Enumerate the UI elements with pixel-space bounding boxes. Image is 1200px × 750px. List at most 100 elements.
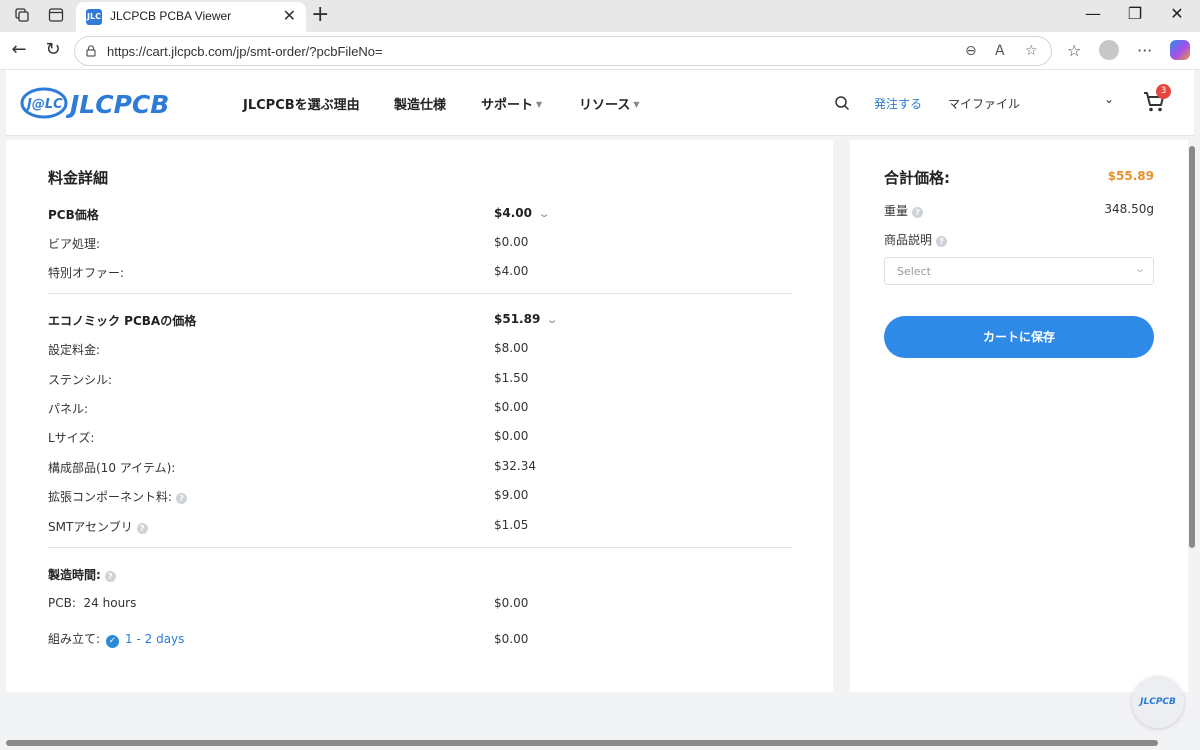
help-icon[interactable]: ? [176, 493, 188, 504]
total-price-label: 合計価格: [884, 169, 950, 187]
read-aloud-icon[interactable]: A [995, 43, 1005, 59]
url-text: https://cart.jlcpcb.com/jp/smt-order/?pc… [107, 44, 383, 59]
restore-icon[interactable]: ❐ [1120, 4, 1150, 23]
pcb-price-amount: $4.00 [494, 206, 532, 220]
nav-why-jlcpcb[interactable]: JLCPCBを選ぶ理由 [243, 94, 360, 113]
horizontal-scrollbar[interactable] [6, 740, 1158, 746]
order-summary-panel: 合計価格: $55.89 重量? 348.50g 商品説明? Select ⌄ … [850, 140, 1188, 692]
tab-favicon-icon: JLC [86, 9, 102, 25]
save-to-cart-button[interactable]: カートに保存 [884, 316, 1154, 358]
total-price-value: $55.89 [1107, 169, 1154, 183]
select-placeholder: Select [897, 265, 931, 278]
floating-jlcpcb-button[interactable]: JLCPCB [1132, 676, 1184, 728]
site-header: J@LC JLCPCB JLCPCBを選ぶ理由 製造仕様 サポート ▼ リソース ▼… [6, 70, 1194, 136]
nav-label: サポート [481, 98, 534, 113]
tab-actions-icon[interactable] [48, 7, 64, 23]
l-size-label: Lサイズ: [48, 431, 95, 445]
chevron-down-icon: ⌄ [1133, 264, 1147, 275]
help-icon[interactable]: ? [136, 523, 148, 534]
jlcpcb-logo[interactable]: J@LC JLCPCB [20, 83, 190, 123]
components-label: 構成部品(10 アイテム): [48, 461, 176, 475]
setup-fee-label: 設定料金: [48, 343, 101, 357]
logo-badge-text: J@LC [24, 97, 63, 112]
extended-component-fee-text: 拡張コンポーネント料: [48, 490, 173, 504]
divider [48, 293, 792, 294]
caret-down-icon: ▼ [633, 100, 640, 109]
extended-component-fee-label: 拡張コンポーネント料:? [48, 488, 188, 505]
smt-assembly-value: $1.05 [494, 518, 529, 532]
nav-support[interactable]: サポート ▼ [481, 94, 542, 113]
minimize-icon[interactable]: — [1078, 4, 1108, 23]
nav-label: リソース [579, 98, 631, 113]
product-description-select[interactable]: Select ⌄ [884, 257, 1154, 285]
expand-chevron-icon[interactable]: ⌄ [546, 315, 559, 326]
assembly-build-label: 組み立て: [48, 632, 101, 646]
my-files-link[interactable]: マイファイル [948, 95, 1020, 112]
tab-close-icon[interactable]: ✕ [283, 6, 296, 25]
tab-title: JLCPCB PCBA Viewer [110, 9, 232, 23]
stencil-label: ステンシル: [48, 373, 113, 387]
panel-label: パネル: [48, 402, 89, 416]
nav-label: JLCPCBを選ぶ理由 [243, 98, 360, 113]
nav-resources[interactable]: リソース ▼ [579, 94, 640, 113]
stencil-value: $1.50 [494, 371, 529, 385]
pcba-price-amount: $51.89 [494, 312, 541, 326]
zoom-icon[interactable]: ⊖ [965, 43, 977, 59]
help-icon[interactable]: ? [936, 236, 948, 247]
expand-chevron-icon[interactable]: ⌄ [538, 209, 551, 220]
browser-tab-bar: JLC JLCPCB PCBA Viewer ✕ + — ❐ ✕ [0, 0, 1200, 32]
nav-label: 製造仕様 [394, 98, 447, 113]
nav-capabilities[interactable]: 製造仕様 [394, 94, 446, 113]
weight-label: 重量? [884, 202, 924, 219]
assembly-build-value: $0.00 [494, 632, 529, 646]
assembly-build-duration: 1 - 2 days [125, 632, 185, 646]
caret-down-icon: ▼ [536, 100, 543, 109]
check-circle-icon: ✓ [106, 635, 120, 648]
via-label: ビア処理: [48, 237, 101, 251]
panel-value: $0.00 [494, 400, 529, 414]
smt-assembly-label: SMTアセンブリ? [48, 518, 148, 535]
product-description-label: 商品説明? [884, 231, 948, 248]
back-icon[interactable]: ← [8, 40, 30, 60]
pcb-build-label: PCB: [48, 596, 76, 610]
refresh-icon[interactable]: ↻ [42, 40, 64, 60]
build-time-text: 製造時間: [48, 568, 101, 582]
setup-fee-value: $8.00 [494, 341, 529, 355]
pcb-price-value[interactable]: $4.00 ⌄ [494, 206, 551, 220]
profile-avatar[interactable] [1099, 40, 1119, 60]
search-icon[interactable] [834, 95, 850, 111]
copilot-icon[interactable] [1170, 40, 1190, 60]
order-now-link[interactable]: 発注する [874, 95, 922, 112]
close-window-icon[interactable]: ✕ [1162, 4, 1192, 23]
product-description-text: 商品説明 [884, 233, 933, 247]
assembly-build-time[interactable]: 組み立て: ✓ 1 - 2 days [48, 630, 184, 648]
pcb-build-duration: 24 hours [83, 596, 137, 610]
lock-icon[interactable] [84, 44, 98, 58]
help-icon[interactable]: ? [912, 207, 924, 218]
via-value: $0.00 [494, 235, 529, 249]
favorites-list-icon[interactable]: ☆ [1067, 41, 1081, 60]
components-value: $32.34 [494, 459, 536, 473]
l-size-value: $0.00 [494, 429, 529, 443]
more-icon[interactable]: ··· [1137, 41, 1152, 60]
weight-value: 348.50g [1104, 202, 1154, 216]
price-details-panel: 料金詳細 PCB価格 $4.00 ⌄ ビア処理: $0.00 特別オファー: $4… [6, 140, 833, 692]
build-time-label: 製造時間:? [48, 566, 116, 583]
special-offer-label: 特別オファー: [48, 266, 125, 280]
cart-count-badge: 3 [1156, 84, 1171, 99]
favorite-icon[interactable]: ☆ [1025, 43, 1038, 59]
vertical-scrollbar[interactable] [1189, 146, 1195, 548]
special-offer-value: $4.00 [494, 264, 529, 278]
chevron-down-icon[interactable]: ⌄ [1104, 92, 1114, 106]
help-icon[interactable]: ? [104, 571, 116, 582]
extended-component-fee-value: $9.00 [494, 488, 529, 502]
workspaces-icon[interactable] [14, 7, 30, 23]
price-details-title: 料金詳細 [48, 169, 109, 187]
weight-text: 重量 [884, 204, 909, 218]
pcb-build-time: PCB: 24 hours [48, 596, 136, 610]
new-tab-icon[interactable]: + [311, 2, 329, 28]
pcba-price-value[interactable]: $51.89 ⌄ [494, 312, 559, 326]
pcb-build-value: $0.00 [494, 596, 529, 610]
browser-tab[interactable]: JLC JLCPCB PCBA Viewer ✕ [76, 2, 306, 32]
url-input[interactable]: https://cart.jlcpcb.com/jp/smt-order/?pc… [74, 36, 1052, 66]
